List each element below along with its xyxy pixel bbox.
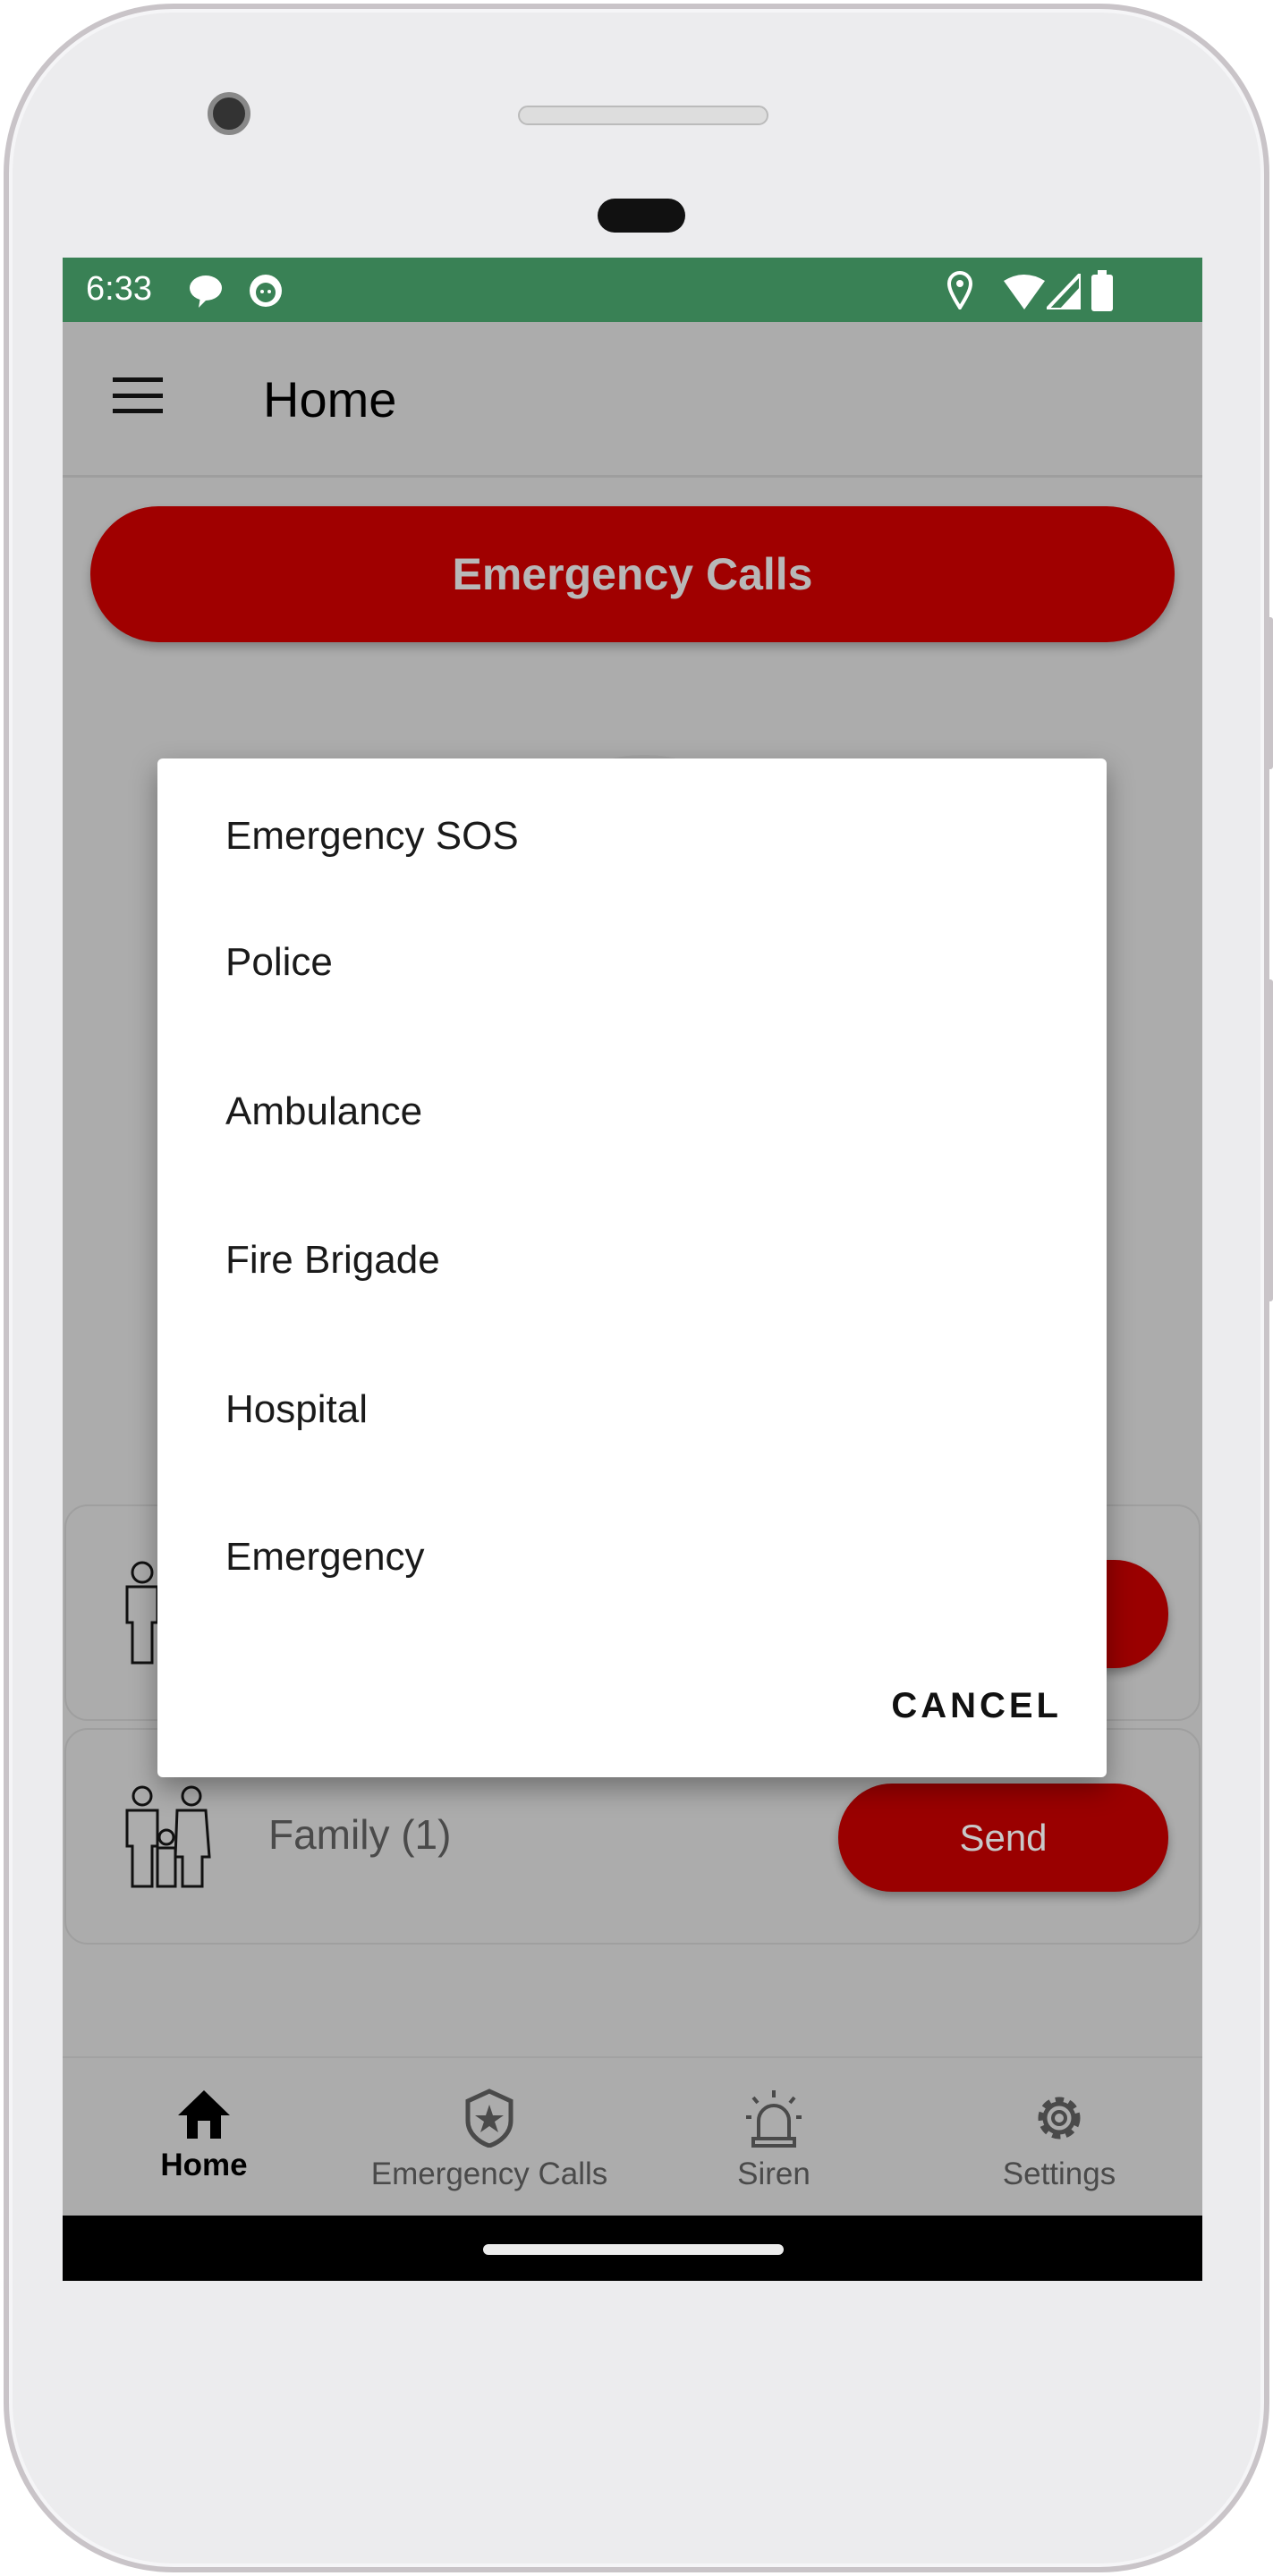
dialog-item-hospital[interactable]: Hospital xyxy=(225,1387,368,1432)
dialog-item-emergency[interactable]: Emergency xyxy=(225,1535,425,1580)
chat-bubble-icon xyxy=(190,275,222,308)
volume-button xyxy=(1266,617,1273,769)
nav-label: Emergency Calls xyxy=(370,2157,608,2191)
status-time: 6:33 xyxy=(86,270,152,308)
location-icon xyxy=(946,271,973,309)
cancel-button[interactable]: CANCEL xyxy=(891,1686,1062,1726)
shield-star-icon xyxy=(465,2089,513,2148)
earpiece-speaker xyxy=(518,106,768,125)
status-bar: 6:33 xyxy=(63,258,1202,322)
nav-label: Home xyxy=(160,2148,248,2182)
dialog-item-fire-brigade[interactable]: Fire Brigade xyxy=(225,1238,440,1283)
siren-icon xyxy=(746,2090,802,2148)
nav-emergency-calls[interactable]: Emergency Calls xyxy=(346,2058,632,2217)
home-icon xyxy=(178,2090,230,2139)
dialog-item-police[interactable]: Police xyxy=(225,940,333,985)
page-title: Home xyxy=(263,371,397,428)
send-button[interactable]: Send xyxy=(838,1784,1168,1892)
app-toolbar: Home xyxy=(63,322,1202,478)
screen: 6:33 Home Emergency Calls Family (1) Sen… xyxy=(63,258,1202,2281)
signal-icon xyxy=(1047,274,1081,309)
family-icon xyxy=(125,1785,211,1888)
power-button xyxy=(1266,979,1273,1301)
battery-icon xyxy=(1091,270,1113,311)
wifi-icon xyxy=(1004,275,1045,309)
family-label: Family (1) xyxy=(268,1811,452,1858)
cat-face-icon xyxy=(250,275,282,307)
hamburger-menu-icon[interactable] xyxy=(113,377,163,413)
system-navigation-bar xyxy=(63,2216,1202,2281)
emergency-calls-button[interactable]: Emergency Calls xyxy=(90,506,1175,642)
dialog-item-ambulance[interactable]: Ambulance xyxy=(225,1089,422,1134)
nav-settings[interactable]: Settings xyxy=(916,2058,1202,2217)
front-camera xyxy=(208,92,250,135)
proximity-sensor xyxy=(598,199,685,233)
dialog-item-emergency-sos[interactable]: Emergency SOS xyxy=(225,814,519,859)
emergency-type-dialog: Emergency SOS Police Ambulance Fire Brig… xyxy=(157,758,1107,1777)
nav-siren[interactable]: Siren xyxy=(631,2058,917,2217)
bottom-navigation: Home Emergency Calls Siren Settings xyxy=(63,2056,1202,2216)
nav-home[interactable]: Home xyxy=(63,2058,347,2217)
nav-label: Settings xyxy=(1002,2157,1116,2191)
nav-label: Siren xyxy=(737,2157,810,2191)
home-gesture-handle[interactable] xyxy=(483,2244,784,2255)
gear-icon xyxy=(1038,2097,1081,2140)
